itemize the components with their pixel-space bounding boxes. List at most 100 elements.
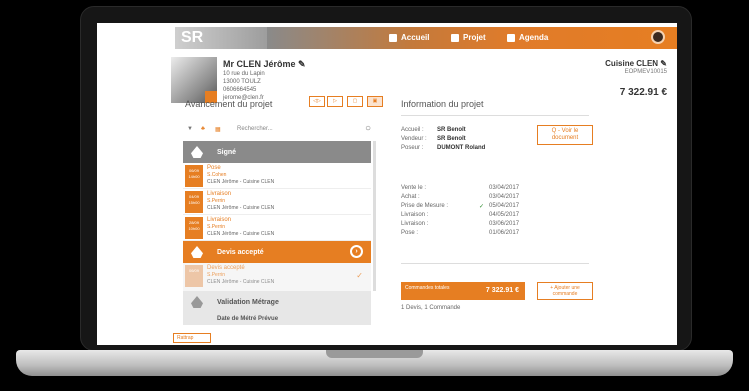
client-phone: 0606664545 xyxy=(223,87,257,93)
home-icon xyxy=(389,34,397,42)
screen: SR Accueil Projet Agenda Mr CLEN Jérôme … xyxy=(97,23,677,345)
timeline-scrollbar[interactable] xyxy=(373,141,376,291)
open-document-button[interactable]: Q - Voir le document xyxy=(537,125,593,145)
event-title: Devis accepté xyxy=(207,265,245,271)
date-value: 05/04/2017 xyxy=(489,203,520,209)
event-person: S.Perrin xyxy=(207,198,226,204)
date-label: Vente le : xyxy=(401,185,427,191)
info-title: Information du projet xyxy=(401,99,484,109)
total-value: 7 322.91 € xyxy=(485,287,519,294)
view-button-3[interactable]: ▢ xyxy=(347,96,363,107)
total-label: Commandes totales xyxy=(405,285,450,291)
date-value: 01/06/2017 xyxy=(489,230,520,236)
divider xyxy=(401,115,589,116)
nav-agenda-label: Agenda xyxy=(519,33,549,42)
project-photo xyxy=(171,57,217,103)
nav-accueil-label: Accueil xyxy=(401,33,430,42)
laptop-base xyxy=(16,350,733,376)
divider xyxy=(401,263,589,264)
event-project: CLEN Jérôme - Cuisine CLEN xyxy=(207,279,275,285)
date-label: Prise de Mesure : xyxy=(401,203,449,209)
calendar-filter-icon[interactable]: ▦ xyxy=(215,126,221,133)
section-validation-metrage[interactable]: Validation Métrage xyxy=(183,291,371,313)
info-value-accueil: SR Benoît xyxy=(437,127,466,133)
search-input[interactable]: Rechercher... xyxy=(237,126,273,132)
building-icon xyxy=(191,246,203,258)
view-button-1[interactable]: ◁▷ xyxy=(309,96,325,107)
event-title: Pose xyxy=(207,165,221,171)
section-next-label: Date de Métré Prévue xyxy=(217,316,279,322)
arrow-right-icon[interactable]: › xyxy=(350,245,363,258)
list-item[interactable]: 06/09 Devis accepté S.Perrin CLEN Jérôme… xyxy=(183,263,371,291)
timeline: Signé 06/09 14h00 Pose S.Cohen CLEN Jérô… xyxy=(183,141,371,345)
list-item[interactable]: 28/09 10h00 Livraison S.Perrin CLEN Jérô… xyxy=(183,215,371,241)
date-value: 04/05/2017 xyxy=(489,212,520,218)
event-date: 06/09 14h00 xyxy=(185,165,203,187)
laptop-notch xyxy=(326,350,423,358)
section-devis-label: Devis accepté xyxy=(217,248,264,256)
nav-projet-label: Projet xyxy=(463,33,486,42)
date-value: 03/06/2017 xyxy=(489,221,520,227)
nav-accueil[interactable]: Accueil xyxy=(389,27,429,49)
filter-icon[interactable]: ▼ xyxy=(187,126,193,132)
event-title: Livraison xyxy=(207,191,232,197)
event-project: CLEN Jérôme - Cuisine CLEN xyxy=(207,205,275,211)
list-item[interactable]: 06/09 14h00 Pose S.Cohen CLEN Jérôme - C… xyxy=(183,163,371,189)
tree-icon[interactable]: ♣ xyxy=(201,126,205,132)
info-label-vendeur: Vendeur : xyxy=(401,136,427,142)
top-navigation: SR Accueil Projet Agenda xyxy=(97,27,677,49)
event-project: CLEN Jérôme - Cuisine CLEN xyxy=(207,179,275,185)
date-value: 03/04/2017 xyxy=(489,194,520,200)
section-next[interactable]: Date de Métré Prévue xyxy=(183,313,371,325)
check-icon: ✓ xyxy=(479,204,485,210)
filter-row: ▼ ♣ ▦ Rechercher... ○ xyxy=(181,123,381,137)
project-title: Cuisine CLEN ✎ xyxy=(605,59,667,68)
total-commands[interactable]: Commandes totales 7 322.91 € xyxy=(401,282,525,300)
avancement-title: Avancement du projet xyxy=(185,99,273,109)
section-devis-accepte[interactable]: Devis accepté › xyxy=(183,241,371,263)
event-person: S.Cohen xyxy=(207,172,227,178)
section-signe[interactable]: Signé xyxy=(183,141,371,163)
document-icon xyxy=(451,34,459,42)
date-label: Livraison : xyxy=(401,221,429,227)
info-label-accueil: Accueil : xyxy=(401,127,424,133)
client-address1: 10 rue du Lapin xyxy=(223,71,265,77)
add-command-button[interactable]: + Ajouter une commande xyxy=(537,282,593,300)
list-item[interactable]: 04/09 15h00 Livraison S.Perrin CLEN Jérô… xyxy=(183,189,371,215)
rattrap-button[interactable]: Rattrap xyxy=(173,333,211,343)
view-button-4[interactable]: ▣ xyxy=(367,96,383,107)
project-amount: 7 322.91 € xyxy=(619,87,667,98)
search-icon[interactable]: ○ xyxy=(365,123,371,134)
info-value-poseur: DUMONT Roland xyxy=(437,145,486,151)
event-title: Livraison xyxy=(207,217,232,223)
project-reference: EOPMEV10015 xyxy=(624,69,667,75)
laptop-bezel: SR Accueil Projet Agenda Mr CLEN Jérôme … xyxy=(80,6,692,351)
avatar[interactable] xyxy=(651,30,665,44)
nav-agenda[interactable]: Agenda xyxy=(507,27,548,49)
devis-summary: 1 Devis, 1 Commande xyxy=(401,305,461,311)
view-button-2[interactable]: ▷ xyxy=(327,96,343,107)
check-icon: ✓ xyxy=(356,271,363,280)
event-person: S.Perrin xyxy=(207,272,226,278)
date-label: Pose : xyxy=(401,230,419,236)
calendar-icon xyxy=(507,34,515,42)
event-date: 04/09 15h00 xyxy=(185,191,203,213)
event-date: 06/09 xyxy=(185,265,203,287)
date-label: Achat : xyxy=(401,194,420,200)
date-value: 03/04/2017 xyxy=(489,185,520,191)
client-name: Mr CLEN Jérôme ✎ xyxy=(223,59,306,69)
event-person: S.Perrin xyxy=(207,224,226,230)
info-value-vendeur: SR Benoît xyxy=(437,136,466,142)
event-project: CLEN Jérôme - Cuisine CLEN xyxy=(207,231,275,237)
nav-projet[interactable]: Projet xyxy=(451,27,486,49)
date-label: Livraison : xyxy=(401,212,429,218)
section-signe-label: Signé xyxy=(217,148,237,156)
info-label-poseur: Poseur : xyxy=(401,145,424,151)
client-card: Mr CLEN Jérôme ✎ 10 rue du Lapin 13000 T… xyxy=(171,57,677,119)
logo: SR xyxy=(175,27,267,49)
event-date: 28/09 10h00 xyxy=(185,217,203,239)
building-icon xyxy=(191,296,203,308)
section-validation-label: Validation Métrage xyxy=(217,298,279,306)
client-address2: 13000 TOULZ xyxy=(223,79,261,85)
building-icon xyxy=(191,146,203,158)
